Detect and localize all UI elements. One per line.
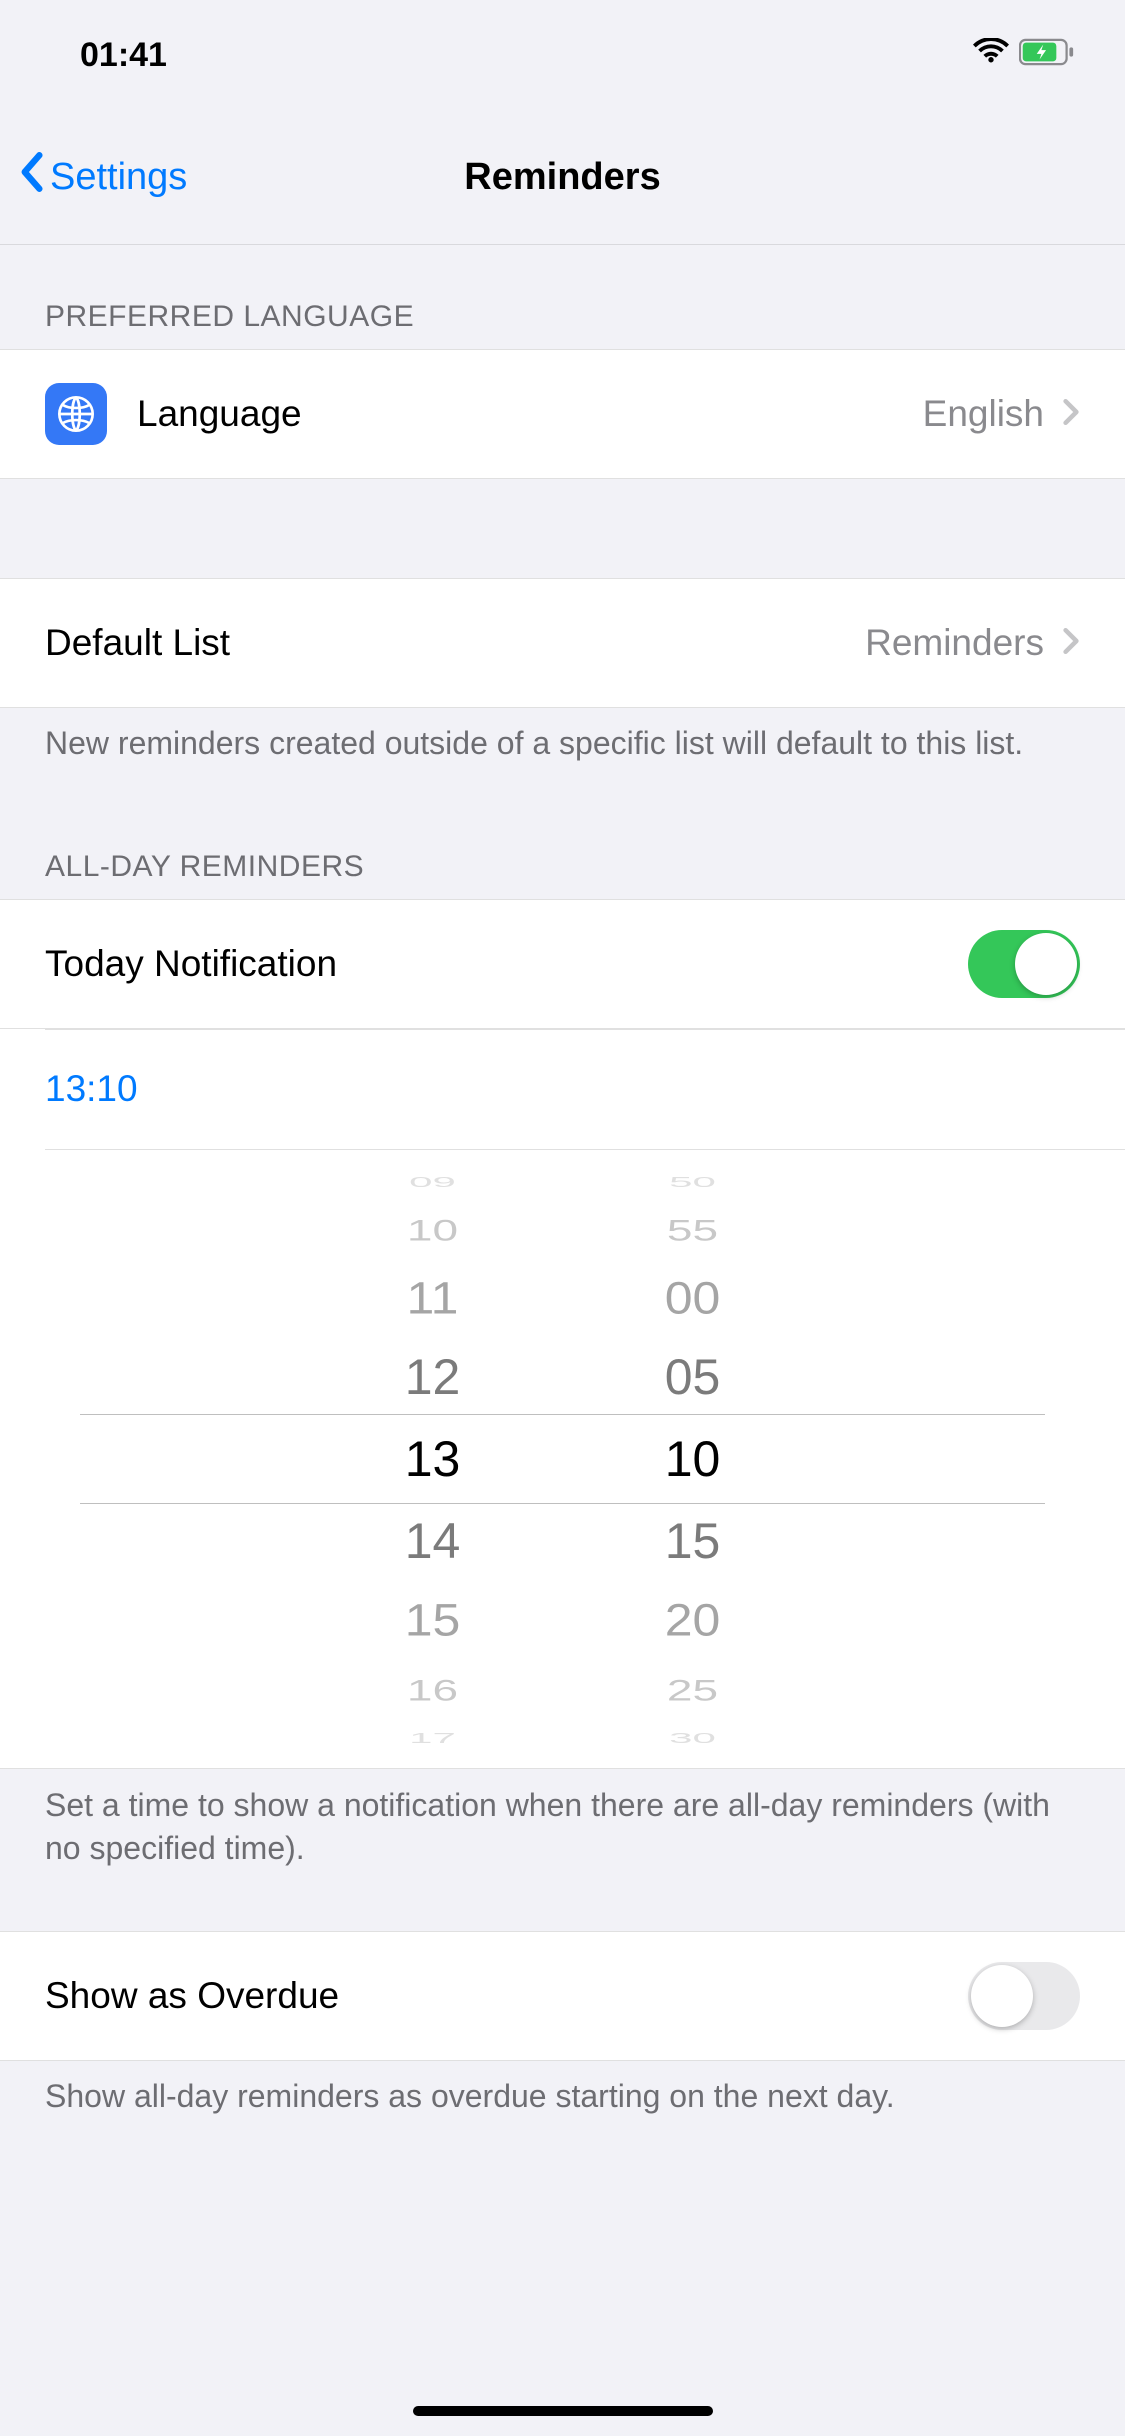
chevron-right-icon (1062, 397, 1080, 432)
picker-option: 20 (603, 1583, 783, 1657)
hour-picker-column[interactable]: 09 10 11 12 13 14 15 16 17 (343, 1149, 523, 1768)
wifi-icon (973, 36, 1009, 75)
home-indicator[interactable] (413, 2406, 713, 2416)
back-button[interactable]: Settings (0, 151, 187, 203)
section-header-language: PREFERRED LANGUAGE (0, 245, 1125, 349)
show-as-overdue-switch[interactable] (968, 1962, 1080, 2030)
today-notification-row: Today Notification (0, 899, 1125, 1029)
today-notification-switch[interactable] (968, 930, 1080, 998)
allday-footer: Set a time to show a notification when t… (0, 1769, 1125, 1900)
default-list-label: Default List (45, 622, 865, 664)
show-as-overdue-row: Show as Overdue (0, 1931, 1125, 2061)
picker-option: 00 (603, 1261, 783, 1335)
default-list-row[interactable]: Default List Reminders (0, 578, 1125, 708)
language-label: Language (137, 393, 923, 435)
picker-option: 09 (343, 1168, 523, 1197)
picker-option: 50 (603, 1168, 783, 1197)
picker-option: 11 (343, 1261, 523, 1335)
picker-option: 05 (603, 1336, 783, 1418)
chevron-left-icon (18, 151, 44, 203)
picker-option: 16 (343, 1664, 523, 1717)
picker-selected-minute: 10 (603, 1418, 783, 1500)
time-display-row[interactable]: 13:10 (0, 1029, 1125, 1149)
show-as-overdue-label: Show as Overdue (45, 1975, 968, 2017)
language-row[interactable]: Language English (0, 349, 1125, 479)
picker-option: 14 (343, 1500, 523, 1582)
section-header-allday: ALL-DAY REMINDERS (0, 795, 1125, 899)
nav-bar: Settings Reminders (0, 110, 1125, 245)
battery-charging-icon (1019, 36, 1075, 75)
picker-option: 17 (343, 1724, 523, 1753)
time-picker[interactable]: 09 10 11 12 13 14 15 16 17 50 55 00 05 1… (0, 1149, 1125, 1769)
picker-option: 30 (603, 1724, 783, 1753)
picker-selected-hour: 13 (343, 1418, 523, 1500)
picker-option: 15 (603, 1500, 783, 1582)
language-value: English (923, 393, 1044, 435)
back-label: Settings (50, 156, 187, 199)
chevron-right-icon (1062, 626, 1080, 661)
overdue-footer: Show all-day reminders as overdue starti… (0, 2060, 1125, 2148)
globe-icon (45, 383, 107, 445)
today-notification-label: Today Notification (45, 943, 968, 985)
status-time: 01:41 (80, 36, 167, 75)
default-list-value: Reminders (865, 622, 1044, 664)
picker-option: 55 (603, 1204, 783, 1257)
picker-option: 10 (343, 1204, 523, 1257)
time-display: 13:10 (45, 1068, 138, 1110)
status-bar: 01:41 (0, 0, 1125, 110)
minute-picker-column[interactable]: 50 55 00 05 10 15 20 25 30 (603, 1149, 783, 1768)
default-list-footer: New reminders created outside of a speci… (0, 707, 1125, 795)
picker-option: 25 (603, 1664, 783, 1717)
picker-option: 12 (343, 1336, 523, 1418)
picker-option: 15 (343, 1583, 523, 1657)
